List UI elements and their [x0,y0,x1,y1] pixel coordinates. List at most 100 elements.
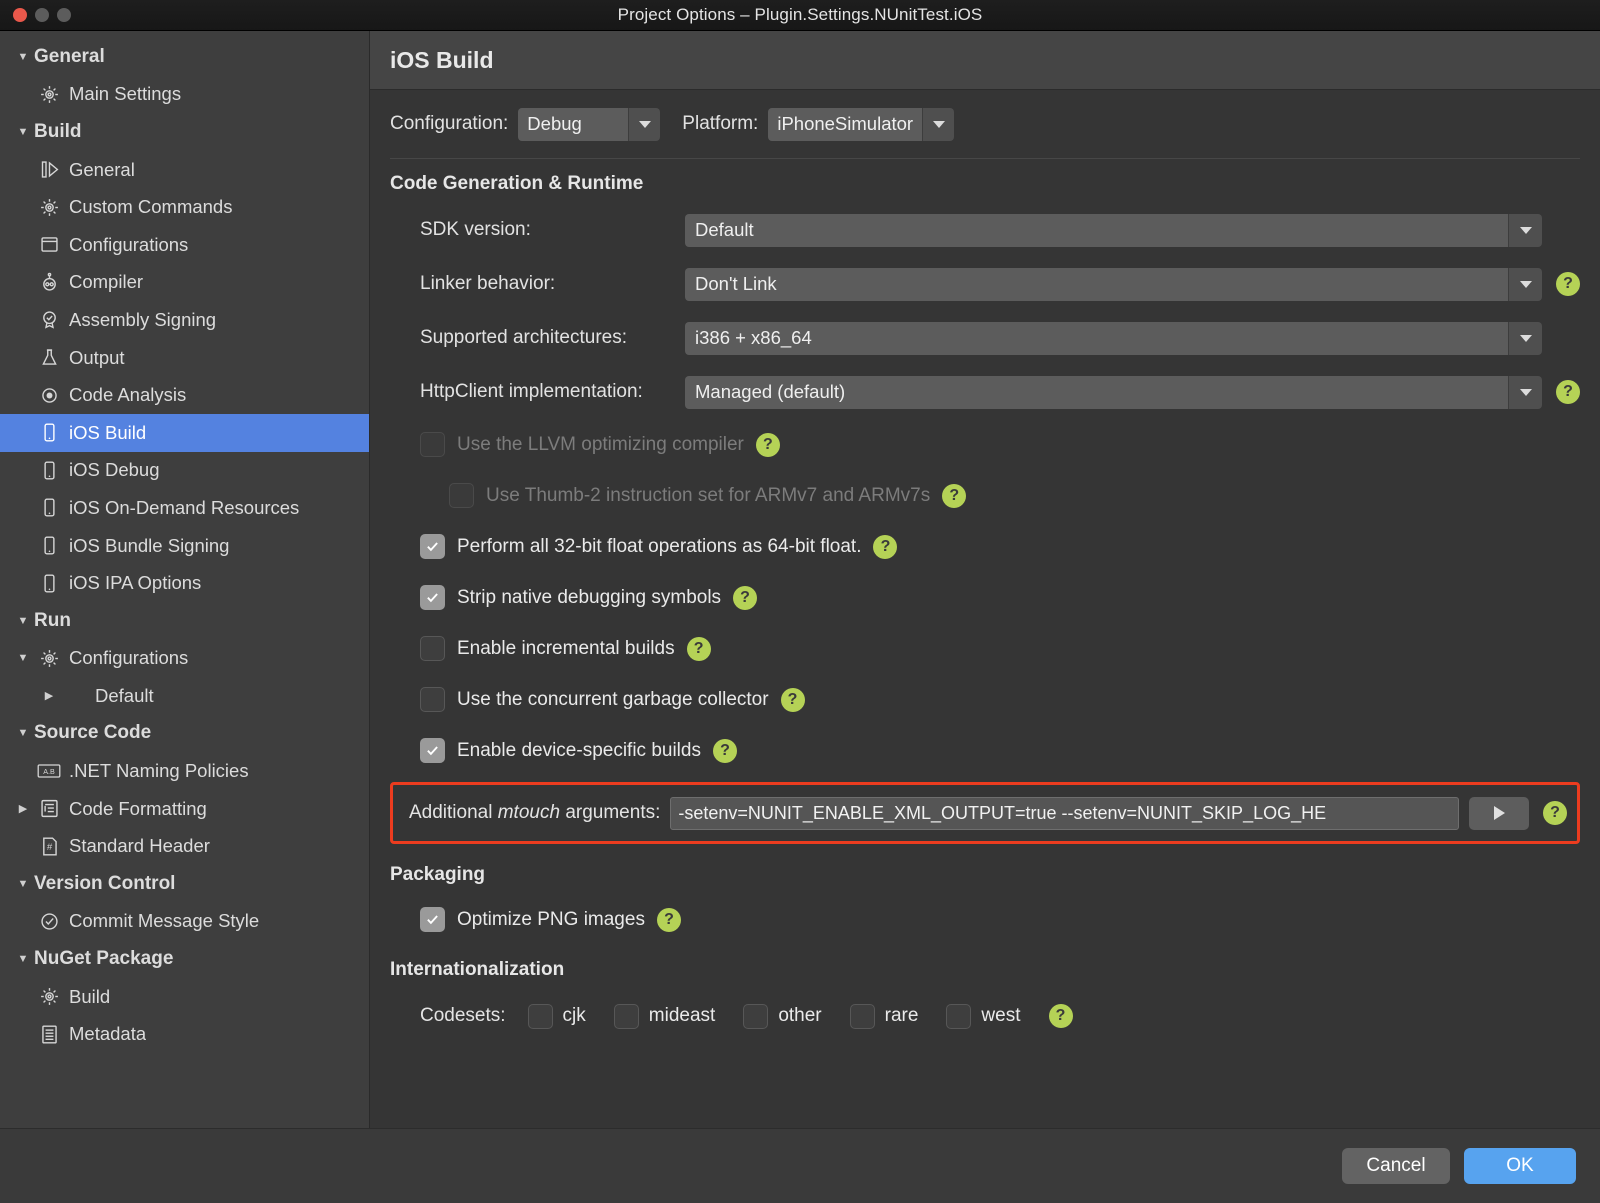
sidebar-item-label: Code Analysis [69,384,187,406]
setting-control: Managed (default)? [685,375,1580,409]
platform-dropdown[interactable]: iPhoneSimulator [768,107,955,141]
checkbox-row: Enable device-specific builds? [390,725,1580,776]
sidebar-item-run[interactable]: ▼ Run [0,602,369,640]
sidebar-item-net-naming-policies[interactable]: A.B .NET Naming Policies [0,752,369,790]
sidebar-item-source-code[interactable]: ▼ Source Code [0,715,369,753]
mtouch-arguments-input[interactable]: -setenv=NUNIT_ENABLE_XML_OUTPUT=true --s… [670,796,1459,830]
codeset-checkbox[interactable] [613,1003,639,1029]
setting-dropdown[interactable]: Managed (default) [685,375,1542,409]
setting-dropdown[interactable]: Don't Link [685,267,1542,301]
checkbox[interactable] [420,585,445,610]
checkbox-row: Use the concurrent garbage collector? [390,674,1580,725]
sidebar-item-ios-bundle-signing[interactable]: iOS Bundle Signing [0,527,369,565]
sidebar-item-general[interactable]: General [0,151,369,189]
setting-help-icon[interactable]: ? [1556,380,1580,404]
sidebar-item-code-analysis[interactable]: Code Analysis [0,376,369,414]
options-sidebar[interactable]: ▼ General Main Settings ▼ Build General Custom… [0,31,370,1128]
checkbox[interactable] [420,534,445,559]
checkbox[interactable] [420,636,445,661]
sidebar-item-label: Configurations [69,647,189,669]
mtouch-help-icon[interactable]: ? [1543,801,1567,825]
checkbox[interactable] [420,687,445,712]
phone-icon [34,422,64,443]
sidebar-item-compiler[interactable]: Compiler [0,264,369,302]
codeset-item: west [946,1003,1021,1029]
disclosure-down-icon[interactable]: ▼ [12,126,34,138]
sidebar-item-ios-on-demand-resources[interactable]: iOS On-Demand Resources [0,489,369,527]
codeset-label: cjk [562,1005,586,1026]
sidebar-item-metadata[interactable]: Metadata [0,1015,369,1053]
codeset-checkbox[interactable] [946,1003,972,1029]
sidebar-item-commit-message-style[interactable]: Commit Message Style [0,903,369,941]
sidebar-item-assembly-signing[interactable]: Assembly Signing [0,301,369,339]
sidebar-item-label: General [34,45,105,67]
phone-icon [34,460,64,481]
sidebar-item-ios-ipa-options[interactable]: iOS IPA Options [0,564,369,602]
codesets-help-icon[interactable]: ? [1048,1004,1073,1028]
disclosure-down-icon[interactable]: ▼ [12,652,34,664]
sidebar-item-custom-commands[interactable]: Custom Commands [0,188,369,226]
disclosure-right-icon[interactable]: ▶ [38,689,60,702]
disclosure-down-icon[interactable]: ▼ [12,51,34,63]
chevron-down-icon [1508,213,1542,247]
checkbox-help-icon[interactable]: ? [780,687,805,712]
codeset-label: mideast [648,1005,716,1026]
dialog-footer: Cancel OK [0,1128,1600,1203]
phone-icon [34,497,64,518]
phone-icon [34,573,64,594]
sidebar-item-build[interactable]: ▼ Build [0,113,369,151]
radio-dot-icon [34,385,64,406]
ok-button[interactable]: OK [1464,1148,1576,1184]
setting-dropdown[interactable]: Default [685,213,1542,247]
hash-doc-icon: # [34,836,64,857]
sidebar-item-build[interactable]: Build [0,978,369,1016]
main-panel: iOS Build Configuration: Debug Platform:… [370,31,1600,1128]
codeset-checkbox[interactable] [743,1003,769,1029]
gear-icon [34,197,64,218]
checkbox-help-icon[interactable]: ? [733,585,758,610]
checkbox-help-icon[interactable]: ? [942,483,967,508]
disclosure-down-icon[interactable]: ▼ [12,727,34,739]
mtouch-expand-button[interactable] [1469,796,1529,830]
disclosure-right-icon[interactable]: ▶ [12,802,34,815]
checkbox-help-icon[interactable]: ? [686,636,711,661]
checkbox[interactable] [420,738,445,763]
sidebar-item-configurations[interactable]: ▼ Configurations [0,640,369,678]
codeset-checkbox[interactable] [527,1003,553,1029]
sidebar-item-nuget-package[interactable]: ▼ NuGet Package [0,940,369,978]
sidebar-item-general[interactable]: ▼ General [0,38,369,76]
codeset-checkbox[interactable] [849,1003,875,1029]
sidebar-item-standard-header[interactable]: # Standard Header [0,827,369,865]
checkbox-help-icon[interactable]: ? [656,907,681,932]
sidebar-item-default[interactable]: ▶ Default [0,677,369,715]
disclosure-down-icon[interactable]: ▼ [12,878,34,890]
seal-check-icon [34,309,64,330]
sidebar-item-output[interactable]: Output [0,339,369,377]
sidebar-item-configurations[interactable]: Configurations [0,226,369,264]
configuration-dropdown[interactable]: Debug [518,107,661,141]
internationalization-section-title: Internationalization [390,959,565,980]
sidebar-item-version-control[interactable]: ▼ Version Control [0,865,369,903]
sidebar-item-ios-build[interactable]: iOS Build [0,413,369,452]
code-generation-fields: SDK version: Default Linker behavior: Don't… [390,203,1580,419]
checkbox-help-icon[interactable]: ? [755,432,780,457]
gear-icon [34,648,64,669]
cancel-button[interactable]: Cancel [1342,1148,1450,1184]
sidebar-item-main-settings[interactable]: Main Settings [0,76,369,114]
checkbox-help-icon[interactable]: ? [873,534,898,559]
code-generation-section-title: Code Generation & Runtime [390,173,644,194]
window-icon [34,234,64,255]
setting-help-icon[interactable]: ? [1556,272,1580,296]
disclosure-down-icon[interactable]: ▼ [12,615,34,627]
sidebar-item-ios-debug[interactable]: iOS Debug [0,452,369,490]
checkbox-row: Optimize PNG images? [390,894,1580,945]
checkbox-row: Enable incremental builds? [390,623,1580,674]
sidebar-item-label: Custom Commands [69,196,233,218]
checkbox-help-icon[interactable]: ? [712,738,737,763]
sidebar-item-label: General [69,158,135,180]
lines-doc-icon [34,1024,64,1045]
setting-dropdown[interactable]: i386 + x86_64 [685,321,1542,355]
sidebar-item-code-formatting[interactable]: ▶ Code Formatting [0,790,369,828]
disclosure-down-icon[interactable]: ▼ [12,953,34,965]
checkbox[interactable] [420,907,445,932]
